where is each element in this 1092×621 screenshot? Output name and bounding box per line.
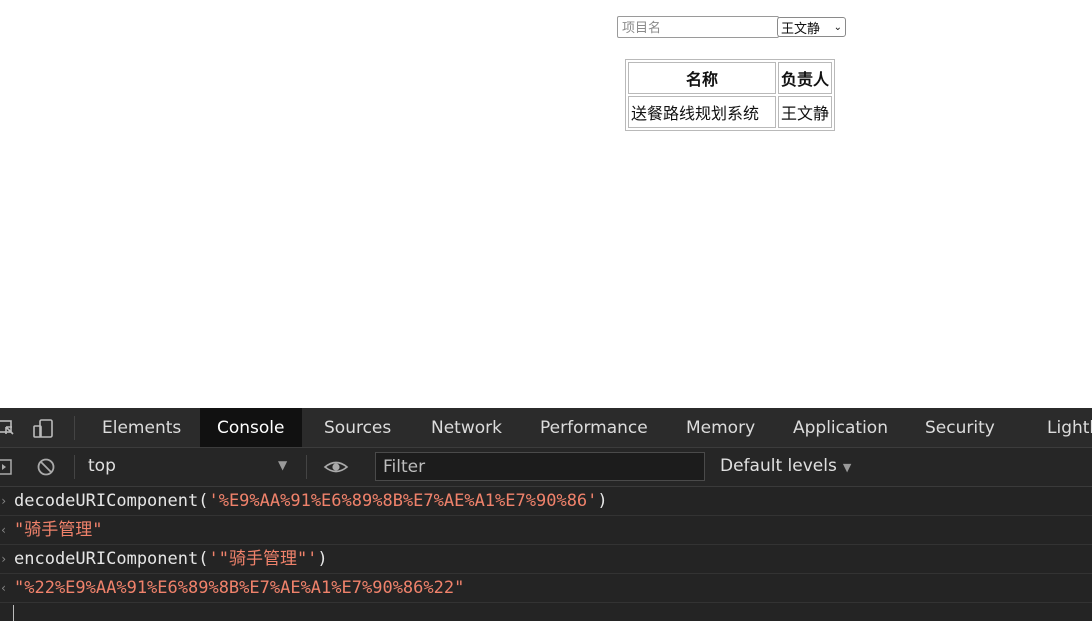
output-arrow-icon: ‹ [0,523,8,537]
console-output-line: ‹ "%22%E9%AA%91%E6%89%8B%E7%AE%A1%E7%90%… [0,574,1092,603]
console-output: › decodeURIComponent('%E9%AA%91%E6%89%8B… [0,487,1092,621]
tabbar-divider [74,416,75,440]
cell-project-name: 送餐路线规划系统 [628,96,776,128]
console-output-line: ‹ "骑手管理" [0,516,1092,545]
owner-select[interactable]: 王文静 ⌄ [777,17,846,37]
input-prompt-icon: › [0,552,8,566]
owner-select-value: 王文静 [781,21,821,37]
console-toolbar: top ▼ Default levels ▼ [0,448,1092,487]
tab-sources[interactable]: Sources [307,408,408,447]
console-result: "%22%E9%AA%91%E6%89%8B%E7%AE%A1%E7%90%86… [14,578,465,598]
column-header-owner: 负责人 [778,62,833,94]
context-selector[interactable]: top [88,456,116,476]
console-filter-input[interactable] [375,452,705,481]
table-header-row: 名称 负责人 [628,62,833,94]
chevron-down-icon: ⌄ [833,21,842,33]
column-header-name: 名称 [628,62,776,94]
tab-console[interactable]: Console [200,408,302,447]
output-arrow-icon: ‹ [0,581,8,595]
tab-security[interactable]: Security [908,408,1012,447]
input-prompt-icon: › [0,494,8,508]
tab-application[interactable]: Application [776,408,905,447]
devtools-tabbar: Elements Console Sources Network Perform… [0,408,1092,448]
sidebar-toggle-icon[interactable] [0,457,14,477]
toolbar-divider [306,455,307,479]
tab-memory[interactable]: Memory [669,408,772,447]
console-prompt-cursor[interactable] [13,605,14,621]
inspect-element-icon[interactable] [0,418,16,438]
project-table: 名称 负责人 送餐路线规划系统 王文静 [625,59,836,131]
device-toolbar-icon[interactable] [32,418,53,438]
table-row: 送餐路线规划系统 王文静 [628,96,833,128]
console-input-line: › encodeURIComponent('"骑手管理"') [0,545,1092,574]
tab-elements[interactable]: Elements [85,408,198,447]
eye-icon[interactable] [323,457,349,477]
tab-network[interactable]: Network [414,408,519,447]
cell-owner: 王文静 [778,96,833,128]
log-levels-label: Default levels [720,456,837,476]
console-result: "骑手管理" [14,520,103,540]
context-caret-icon[interactable]: ▼ [278,458,287,472]
web-page: 王文静 ⌄ 名称 负责人 送餐路线规划系统 王文静 [0,0,1092,408]
tab-lighthouse[interactable]: Lighth [1030,408,1092,447]
console-input-line: › decodeURIComponent('%E9%AA%91%E6%89%8B… [0,487,1092,516]
project-name-input[interactable] [617,16,779,38]
toolbar-divider [74,455,75,479]
chevron-down-icon: ▼ [842,461,852,474]
devtools-panel: Elements Console Sources Network Perform… [0,408,1092,621]
tab-performance[interactable]: Performance [523,408,665,447]
log-levels-dropdown[interactable]: Default levels ▼ [720,456,851,476]
clear-console-icon[interactable] [36,457,56,477]
